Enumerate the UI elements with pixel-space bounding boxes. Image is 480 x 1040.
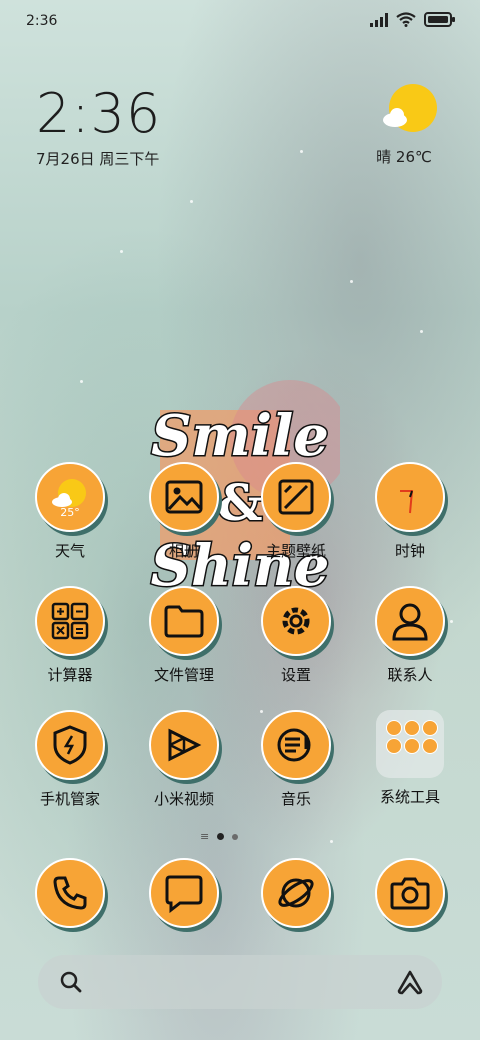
weather-text: 晴 26℃ <box>376 148 432 166</box>
folder-mini-icon <box>422 720 438 736</box>
app-label: 音乐 <box>280 790 311 808</box>
app-calculator[interactable]: 计算器 <box>20 586 120 685</box>
dock-phone[interactable] <box>20 858 120 928</box>
status-time: 2:36 <box>26 13 58 29</box>
app-label: 天气 <box>54 542 85 560</box>
app-settings[interactable]: 设置 <box>246 586 346 685</box>
folder-preview <box>376 710 444 778</box>
status-bar: 2:36 <box>0 0 480 40</box>
page-dot <box>232 833 239 840</box>
gallery-icon <box>149 462 219 532</box>
app-label: 文件管理 <box>153 666 214 684</box>
phone-icon <box>35 858 105 928</box>
folder-mini-icon <box>422 738 438 754</box>
folder-mini-icon <box>386 720 402 736</box>
home-screen: 2:36 2:36 7月26日 周三下午 晴 26℃ Smile & Shine… <box>0 0 480 1040</box>
app-label: 小米视频 <box>153 790 214 808</box>
assistant-icon[interactable] <box>396 969 424 995</box>
dock-browser[interactable] <box>246 858 346 928</box>
background-speck <box>190 200 193 203</box>
app-label: 主题壁纸 <box>265 542 326 560</box>
background-speck <box>330 840 333 843</box>
gear-icon <box>261 586 331 656</box>
status-icons <box>370 12 456 27</box>
app-weather[interactable]: 25° 天气 <box>20 462 120 561</box>
app-file-manager[interactable]: 文件管理 <box>134 586 234 685</box>
app-label: 手机管家 <box>39 790 100 808</box>
art-text-smile: Smile <box>151 403 329 469</box>
message-icon <box>149 858 219 928</box>
browser-icon <box>261 858 331 928</box>
app-label: 计算器 <box>47 666 93 684</box>
folder-mini-icon <box>404 720 420 736</box>
camera-icon <box>375 858 445 928</box>
app-label: 相册 <box>168 542 199 560</box>
app-label: 时钟 <box>394 542 425 560</box>
battery-icon <box>424 12 455 27</box>
search-bar[interactable] <box>38 955 442 1009</box>
background-speck <box>300 150 303 153</box>
app-label: 联系人 <box>387 666 433 684</box>
clock-widget[interactable]: 2:36 <box>36 82 161 145</box>
page-dot-active <box>217 833 225 840</box>
shield-icon <box>35 710 105 780</box>
app-themes[interactable]: 主题壁纸 <box>246 462 346 561</box>
folder-icon <box>149 586 219 656</box>
dock-camera[interactable] <box>360 858 460 928</box>
app-music[interactable]: 音乐 <box>246 710 346 809</box>
background-speck <box>350 280 353 283</box>
app-gallery[interactable]: 相册 <box>134 462 234 561</box>
app-clock[interactable]: 时钟 <box>360 462 460 561</box>
date-label: 7月26日 周三下午 <box>36 150 160 168</box>
sunny-cloud-icon <box>383 84 437 132</box>
page-indicator[interactable]: ≡ <box>200 830 239 843</box>
play-icon <box>149 710 219 780</box>
signal-icon <box>370 12 388 27</box>
background-speck <box>80 380 83 383</box>
themes-icon <box>261 462 331 532</box>
app-label: 设置 <box>280 666 311 684</box>
weather-app-icon: 25° <box>35 462 105 532</box>
folder-mini-icon <box>404 738 420 754</box>
music-icon <box>261 710 331 780</box>
background-speck <box>420 330 423 333</box>
app-video[interactable]: 小米视频 <box>134 710 234 809</box>
app-label: 系统工具 <box>379 788 440 806</box>
wifi-icon <box>396 12 416 27</box>
clock-icon <box>375 462 445 532</box>
calculator-icon <box>35 586 105 656</box>
dock-messages[interactable] <box>134 858 234 928</box>
app-contacts[interactable]: 联系人 <box>360 586 460 685</box>
list-page-icon: ≡ <box>200 830 210 843</box>
weather-app-temp: 25° <box>60 506 80 519</box>
background-speck <box>120 250 123 253</box>
weather-widget[interactable]: 晴 26℃ <box>364 82 444 167</box>
app-security[interactable]: 手机管家 <box>20 710 120 809</box>
search-icon <box>60 971 82 993</box>
contact-icon <box>375 586 445 656</box>
folder-system-tools[interactable]: 系统工具 <box>360 710 460 807</box>
folder-mini-icon <box>386 738 402 754</box>
